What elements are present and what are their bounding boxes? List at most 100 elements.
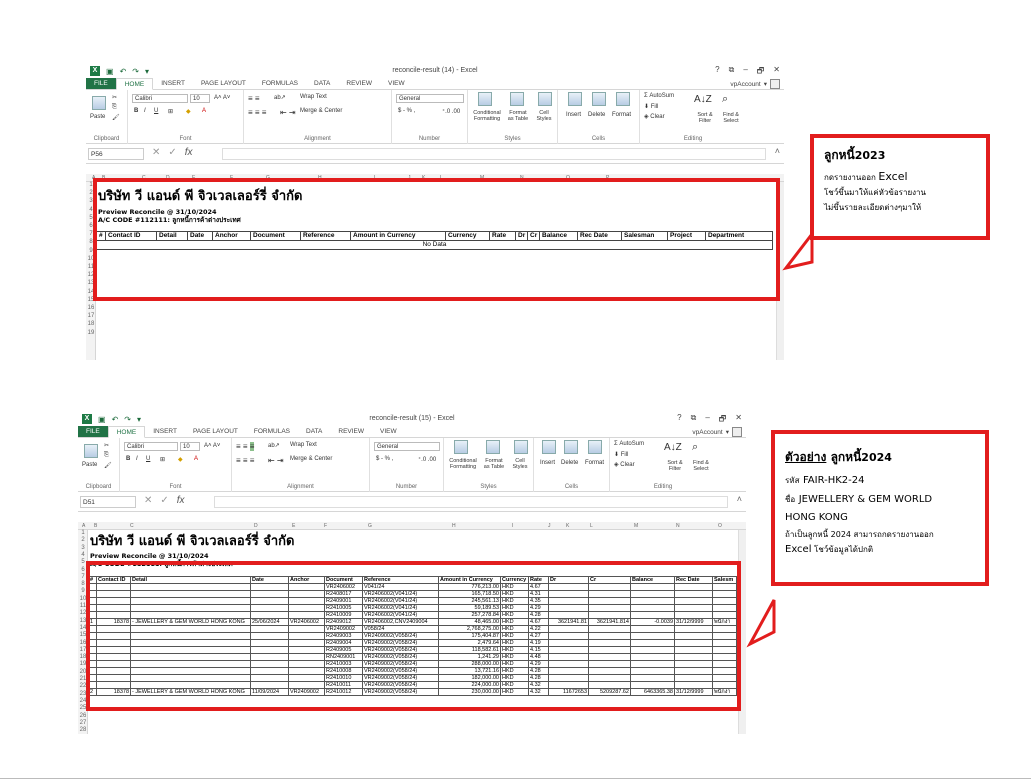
formula-input[interactable] bbox=[214, 496, 728, 508]
cell-styles-button[interactable]: Cell Styles bbox=[532, 110, 556, 122]
font-name-select[interactable]: Calibri bbox=[124, 442, 178, 451]
row-header[interactable]: 1 bbox=[78, 530, 88, 536]
restore-button[interactable]: 🗗 bbox=[757, 65, 765, 79]
clear-button[interactable]: ◈ Clear bbox=[644, 113, 665, 120]
find-select-button[interactable]: Find & Select bbox=[718, 112, 744, 124]
sort-filter-icon[interactable]: A↓Z bbox=[664, 442, 682, 453]
underline-button[interactable]: U bbox=[146, 456, 150, 462]
delete-button[interactable]: Delete bbox=[561, 460, 578, 466]
row-header[interactable]: 16 bbox=[86, 305, 96, 311]
font-name-select[interactable]: Calibri bbox=[132, 94, 188, 103]
cut-icon[interactable]: ✂ bbox=[112, 94, 117, 101]
align-top-icon[interactable]: ≡ ≡ ≡ bbox=[236, 442, 255, 451]
cell-styles-button[interactable]: Cell Styles bbox=[508, 458, 532, 470]
clear-button[interactable]: ◈ Clear bbox=[614, 461, 635, 468]
accounting-format-button[interactable]: $ - % , bbox=[398, 108, 415, 114]
insert-button[interactable]: Insert bbox=[540, 460, 555, 466]
merge-center-button[interactable]: Merge & Center bbox=[300, 108, 342, 114]
format-button[interactable]: Format bbox=[585, 460, 604, 466]
paste-icon[interactable] bbox=[92, 96, 106, 110]
font-color-icon[interactable]: A bbox=[194, 456, 198, 462]
column-header[interactable]: A bbox=[82, 523, 85, 529]
wrap-text-button[interactable]: Wrap Text bbox=[290, 442, 317, 448]
sort-filter-icon[interactable]: A↓Z bbox=[694, 94, 712, 105]
align-left-icon[interactable]: ≡ ≡ ≡ bbox=[248, 108, 266, 117]
tab-review[interactable]: REVIEW bbox=[338, 78, 380, 89]
grow-font-icon[interactable]: A˄ A˅ bbox=[204, 443, 220, 449]
delete-button[interactable]: Delete bbox=[588, 112, 605, 118]
close-button[interactable]: ✕ bbox=[735, 413, 742, 427]
fill-button[interactable]: ⬇ Fill bbox=[614, 451, 628, 458]
column-header[interactable]: D bbox=[254, 523, 258, 529]
paste-button[interactable]: Paste bbox=[90, 114, 105, 120]
column-header[interactable]: I bbox=[512, 523, 513, 529]
indent-icon[interactable]: ⇤ ⇥ bbox=[268, 456, 284, 465]
italic-button[interactable]: I bbox=[136, 456, 138, 462]
format-as-table-button[interactable]: Format as Table bbox=[506, 110, 530, 122]
close-button[interactable]: ✕ bbox=[773, 65, 780, 79]
sort-filter-button[interactable]: Sort & Filter bbox=[662, 460, 688, 472]
fill-button[interactable]: ⬇ Fill bbox=[644, 103, 658, 110]
italic-button[interactable]: I bbox=[144, 108, 146, 114]
column-header[interactable]: N bbox=[676, 523, 680, 529]
column-header[interactable]: J bbox=[548, 523, 551, 529]
delete-cells-icon[interactable] bbox=[564, 440, 578, 454]
tab-data[interactable]: DATA bbox=[298, 426, 330, 437]
align-top-icon[interactable]: ≡ ≡ bbox=[248, 94, 260, 103]
column-header[interactable]: K bbox=[566, 523, 569, 529]
format-as-table-button[interactable]: Format as Table bbox=[482, 458, 506, 470]
decimal-icon[interactable]: ⁺.0 .00 bbox=[418, 456, 436, 463]
tab-insert[interactable]: INSERT bbox=[145, 426, 185, 437]
row-header[interactable]: 26 bbox=[78, 713, 88, 719]
formula-input[interactable] bbox=[222, 148, 766, 160]
ribbon-display-button[interactable]: ⧉ bbox=[729, 65, 735, 79]
enter-icon[interactable]: ✓ bbox=[168, 147, 176, 158]
indent-icon[interactable]: ⇤ ⇥ bbox=[280, 108, 296, 117]
restore-button[interactable]: 🗗 bbox=[719, 413, 727, 427]
format-table-icon[interactable] bbox=[510, 92, 524, 106]
grow-font-icon[interactable]: A˄ A˅ bbox=[214, 95, 230, 101]
tab-review[interactable]: REVIEW bbox=[330, 426, 372, 437]
name-box[interactable]: D51 bbox=[80, 496, 136, 508]
conditional-formatting-icon[interactable] bbox=[478, 92, 492, 106]
ribbon-display-button[interactable]: ⧉ bbox=[691, 413, 697, 427]
paste-button[interactable]: Paste bbox=[82, 462, 97, 468]
column-header[interactable]: G bbox=[368, 523, 372, 529]
enter-icon[interactable]: ✓ bbox=[160, 495, 168, 506]
column-header[interactable]: C bbox=[130, 523, 134, 529]
font-size-select[interactable]: 10 bbox=[190, 94, 210, 103]
tab-home[interactable]: HOME bbox=[115, 78, 154, 90]
tab-file[interactable]: FILE bbox=[78, 426, 108, 437]
conditional-formatting-button[interactable]: Conditional Formatting bbox=[446, 458, 480, 470]
borders-icon[interactable]: ⊞ bbox=[168, 108, 173, 115]
avatar[interactable] bbox=[770, 79, 780, 89]
name-box[interactable]: P56 bbox=[88, 148, 144, 160]
tab-formulas[interactable]: FORMULAS bbox=[254, 78, 306, 89]
autosum-button[interactable]: Σ AutoSum bbox=[644, 93, 674, 99]
tab-insert[interactable]: INSERT bbox=[153, 78, 193, 89]
chevron-up-icon[interactable]: ˄ bbox=[775, 146, 780, 156]
delete-cells-icon[interactable] bbox=[592, 92, 606, 106]
chevron-up-icon[interactable]: ˄ bbox=[737, 494, 742, 504]
account-menu[interactable]: vpAccount ▾ bbox=[692, 427, 742, 437]
tab-file[interactable]: FILE bbox=[86, 78, 116, 89]
account-menu[interactable]: vpAccount ▾ bbox=[730, 79, 780, 89]
row-header[interactable]: 19 bbox=[86, 330, 96, 336]
help-button[interactable]: ? bbox=[715, 65, 719, 79]
cancel-icon[interactable]: ✕ bbox=[152, 147, 160, 158]
row-header[interactable]: 3 bbox=[78, 545, 88, 551]
minimize-button[interactable]: – bbox=[705, 413, 709, 427]
tab-view[interactable]: VIEW bbox=[380, 78, 413, 89]
format-painter-icon[interactable]: 🖌 bbox=[104, 462, 112, 469]
column-header[interactable]: M bbox=[634, 523, 638, 529]
tab-formulas[interactable]: FORMULAS bbox=[246, 426, 298, 437]
row-header[interactable]: 28 bbox=[78, 727, 88, 733]
orientation-icon[interactable]: ab↗ bbox=[274, 94, 286, 101]
tab-view[interactable]: VIEW bbox=[372, 426, 405, 437]
borders-icon[interactable]: ⊞ bbox=[160, 456, 165, 463]
wrap-text-button[interactable]: Wrap Text bbox=[300, 94, 327, 100]
format-painter-icon[interactable]: 🖌 bbox=[112, 114, 120, 121]
align-left-icon[interactable]: ≡ ≡ ≡ bbox=[236, 456, 254, 465]
insert-button[interactable]: Insert bbox=[566, 112, 581, 118]
find-select-button[interactable]: Find & Select bbox=[688, 460, 714, 472]
